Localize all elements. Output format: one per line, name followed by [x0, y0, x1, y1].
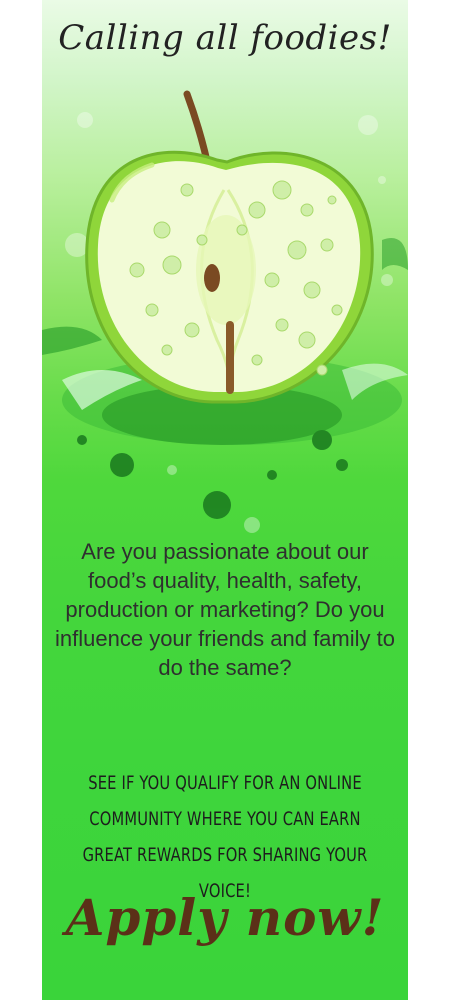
promo-banner: Calling all foodies! Are you passionate … — [42, 0, 408, 1000]
headline: Calling all foodies! — [58, 18, 392, 58]
apple-illustration — [42, 80, 408, 540]
intro-text: Are you passionate about our food’s qual… — [55, 539, 395, 680]
apply-now-button[interactable]: Apply now! — [42, 888, 408, 947]
apple-illustration-icon — [42, 90, 408, 533]
